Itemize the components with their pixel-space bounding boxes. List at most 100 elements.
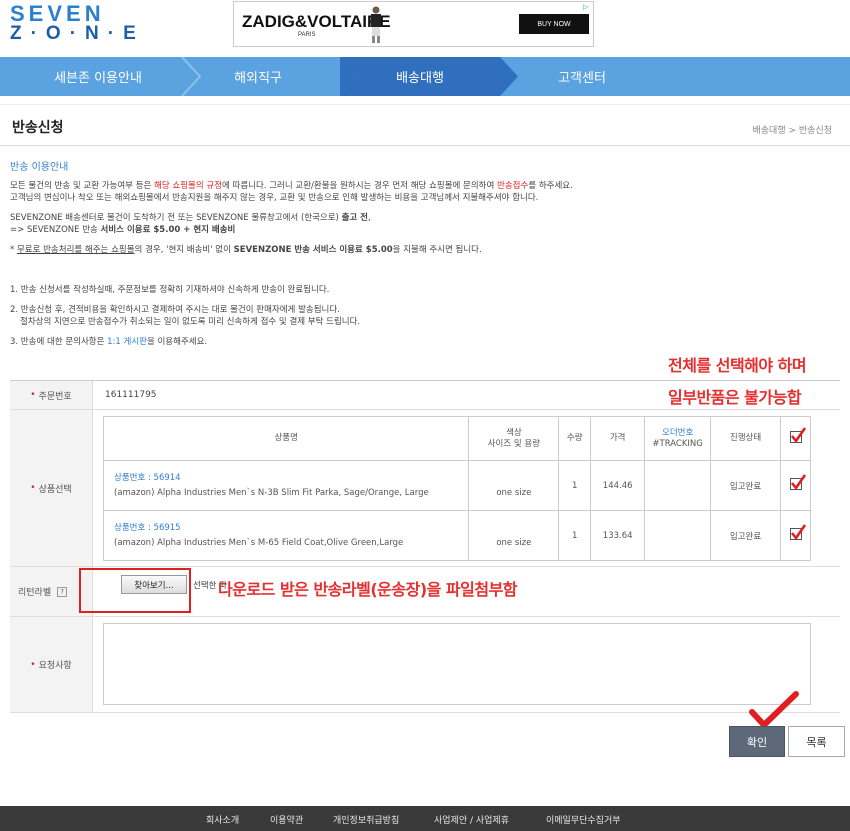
guide-paragraph-2: SEVENZONE 배송센터로 물건이 도착하기 전 또는 SEVENZONE … [10,212,840,224]
product-table: 상품명 색상 사이즈 및 용량 수량 가격 오더번호 #TRACKING 진행상태 … [102,416,811,561]
footer-link-partnership[interactable]: 사업제안 / 사업제휴 [434,813,509,826]
product-table-header: 상품명 색상 사이즈 및 용량 수량 가격 오더번호 #TRACKING 진행상태 [102,416,811,461]
nav-shipping-agent[interactable]: 배송대행 [340,57,500,96]
row-checkbox[interactable] [789,524,806,541]
check-cell[interactable] [780,460,811,511]
col-tracking-label: #TRACKING [652,438,703,449]
nav-divider-icon [500,57,518,96]
request-row: • 요청사항 [10,617,840,713]
row-checkbox[interactable] [789,474,806,491]
qna-board-link[interactable]: 1:1 게시판 [107,337,147,347]
check-mark-icon [790,426,806,443]
footer-link-company[interactable]: 회사소개 [206,813,239,826]
col-qty: 수량 [558,416,592,461]
request-label-text: 요청사항 [38,661,72,671]
highlight-box [79,568,191,613]
check-mark-icon [790,474,806,491]
main-nav: 세븐존 이용안내 해외직구 배송대행 고객센터 [0,57,850,96]
footer-link-terms[interactable]: 이용약관 [270,813,303,826]
price-cell: 133.64 [590,510,646,561]
banner-ad[interactable]: ZADIG&VOLTAIRE PARIS BUY NOW ▷ [233,1,594,47]
guide-bold: 서비스 이용료 $5.00 + 현지 배송비 [100,225,236,235]
request-textarea[interactable] [103,623,811,705]
qty-cell: 1 [558,510,592,561]
col-order-no: 오더번호 [662,427,694,438]
order-number-row: • 주문번호 161111795 [10,381,840,410]
product-name: (amazon) Alpha Industries Men`s M-65 Fie… [114,537,404,548]
guide-title: 반송 이용안내 [10,162,69,173]
help-icon[interactable]: ? [57,586,68,597]
logo-line2: Z·O·N·E [10,23,145,44]
col-option-line2: 사이즈 및 용량 [487,438,540,449]
tracking-cell [644,510,712,561]
order-number-label: • 주문번호 [10,381,93,409]
guide-text: 에 따릅니다. 그러니 교환/환불을 원하시는 경우 먼저 해당 쇼핑몰에 문의… [222,181,498,191]
guide-text: 3. 반송에 대한 문의사항은 [10,337,108,347]
request-label: • 요청사항 [10,617,93,712]
list-button[interactable]: 목록 [788,726,845,757]
breadcrumb: 배송대행 > 반송신청 [752,126,832,136]
check-mark-icon [790,524,806,541]
guide-text: SEVENZONE 배송센터로 물건이 도착하기 전 또는 SEVENZONE … [10,213,342,223]
nav-guide[interactable]: 세븐존 이용안내 [18,57,178,96]
annotation-attach-label: 다운로드 받은 반송라벨(운송장)을 파일첨부함 [218,580,518,599]
product-name: (amazon) Alpha Industries Men`s N-3B Sli… [114,487,429,498]
nav-divider-icon [330,57,358,96]
sevenzone-logo[interactable]: SEVEN Z·O·N·E [10,1,145,46]
logo-line1: SEVEN [10,1,105,26]
order-number-value: 161111795 [105,390,157,400]
table-row: 상품번호 : 56915 (amazon) Alpha Industries Me… [102,510,811,561]
qty-cell: 1 [558,460,592,511]
guide-paragraph-1-line2: 고객님의 변심이나 착오 또는 해외쇼핑몰에서 반송지원을 해주지 않는 경우,… [10,193,539,203]
col-product: 상품명 [102,416,470,461]
guide-text: => SEVENZONE 반송 [10,225,101,235]
guide-text: 을 지불해 주시면 됩니다. [392,245,482,255]
col-check-all[interactable] [780,416,811,461]
guide-paragraph-2-line2: => SEVENZONE 반송 서비스 이용료 $5.00 + 현지 배송비 [10,224,840,236]
col-status: 진행상태 [710,416,781,461]
product-number-link[interactable]: 상품번호 : 56914 [114,473,181,483]
col-tracking: 오더번호 #TRACKING [644,416,712,461]
guide-note-3: 3. 반송에 대한 문의사항은 1:1 게시판을 이용해주세요. [10,336,840,348]
table-row: 상품번호 : 56914 (amazon) Alpha Industries Me… [102,460,811,511]
guide-paragraph-1: 모든 물건의 반송 및 교환 가능여부 등은 해당 쇼핑몰의 규정에 따릅니다.… [10,180,840,192]
guide-note-1: 1. 반송 신청서를 작성하실때, 주문정보를 정확히 기재하셔야 신속하게 반… [10,285,330,295]
status-cell: 입고완료 [710,460,781,511]
footer-link-privacy[interactable]: 개인정보취급방침 [333,813,399,826]
guide-note-2: 2. 반송신청 후, 견적비용을 확인하시고 결제하여 주시는 대로 물건이 판… [10,305,340,315]
request-content [93,617,840,712]
status-cell: 입고완료 [710,510,781,561]
guide-text: 의 경우, '현지 배송비' 없이 [134,245,234,255]
return-form: • 주문번호 161111795 • 상품선택 상품명 색상 사이즈 및 용량 수량 … [10,380,840,713]
guide-highlight: 해당 쇼핑몰의 규정 [154,181,223,191]
guide-bold: SEVENZONE 반송 서비스 이용료 $5.00 [233,245,393,255]
footer-link-no-email[interactable]: 이메일무단수집거부 [546,813,621,826]
guide-note-2-line2: 절차상의 지연으로 반송접수가 취소되는 일이 없도록 미리 신속하게 접수 및… [20,317,361,327]
adchoices-icon[interactable]: ▷ [583,3,591,11]
ad-sub: PARIS [298,32,316,38]
product-select-content: 상품명 색상 사이즈 및 용량 수량 가격 오더번호 #TRACKING 진행상태 … [93,410,840,566]
col-option: 색상 사이즈 및 용량 [468,416,560,461]
option-cell: one size [468,460,560,511]
option-cell: one size [468,510,560,561]
guide-text: 모든 물건의 반송 및 교환 가능여부 등은 [10,181,155,191]
check-cell[interactable] [780,510,811,561]
ad-model-image [371,6,381,43]
tracking-cell [644,460,712,511]
ad-buy-now-button[interactable]: BUY NOW [519,14,589,34]
guide-underline: 무료로 반송처리를 해주는 쇼핑몰 [16,245,135,255]
annotation-select-all: 전체를 선택해야 하며 [668,356,807,375]
col-option-line1: 색상 [506,427,522,438]
guide-text: 를 하주세요. [528,181,573,191]
confirm-button[interactable]: 확인 [729,726,785,757]
guide-text: , [367,213,371,223]
page-title-row: 반송신청 배송대행 > 반송신청 [0,104,850,146]
check-all-checkbox[interactable] [789,426,806,443]
check-mark-icon [749,691,799,728]
page-title: 반송신청 [12,120,64,136]
product-number-link[interactable]: 상품번호 : 56915 [114,523,181,533]
product-cell: 상품번호 : 56914 (amazon) Alpha Industries Me… [102,460,470,511]
return-guide: 반송 이용안내 모든 물건의 반송 및 교환 가능여부 등은 해당 쇼핑몰의 규… [10,162,840,348]
guide-bold: 출고 전 [341,213,368,223]
guide-paragraph-3: * 무료로 반송처리를 해주는 쇼핑몰의 경우, '현지 배송비' 없이 SEV… [10,244,840,256]
